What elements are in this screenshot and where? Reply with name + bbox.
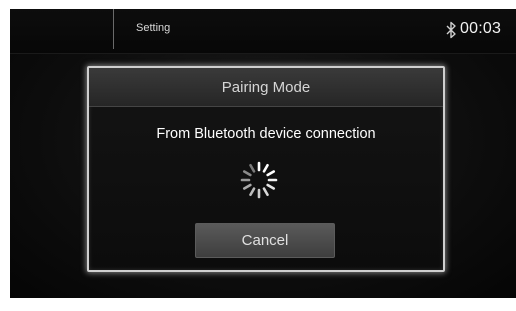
dialog-message: From Bluetooth device connection <box>156 126 376 142</box>
clock: 00:03 <box>460 20 502 37</box>
screen-title: Setting <box>136 22 171 34</box>
topbar-divider <box>113 9 114 49</box>
dialog-title: Pairing Mode <box>221 79 311 96</box>
loading-spinner-icon <box>240 161 278 199</box>
pairing-dialog: Pairing Mode From Bluetooth device conne… <box>87 66 445 272</box>
cancel-button[interactable]: Cancel <box>195 223 335 258</box>
dialog-header: Pairing Mode <box>89 68 443 107</box>
bluetooth-icon <box>446 21 456 39</box>
head-unit-screen: Setting 00:03 Pairing Mode From Bluetoot… <box>10 9 516 298</box>
top-bar: Setting 00:03 <box>10 9 516 54</box>
